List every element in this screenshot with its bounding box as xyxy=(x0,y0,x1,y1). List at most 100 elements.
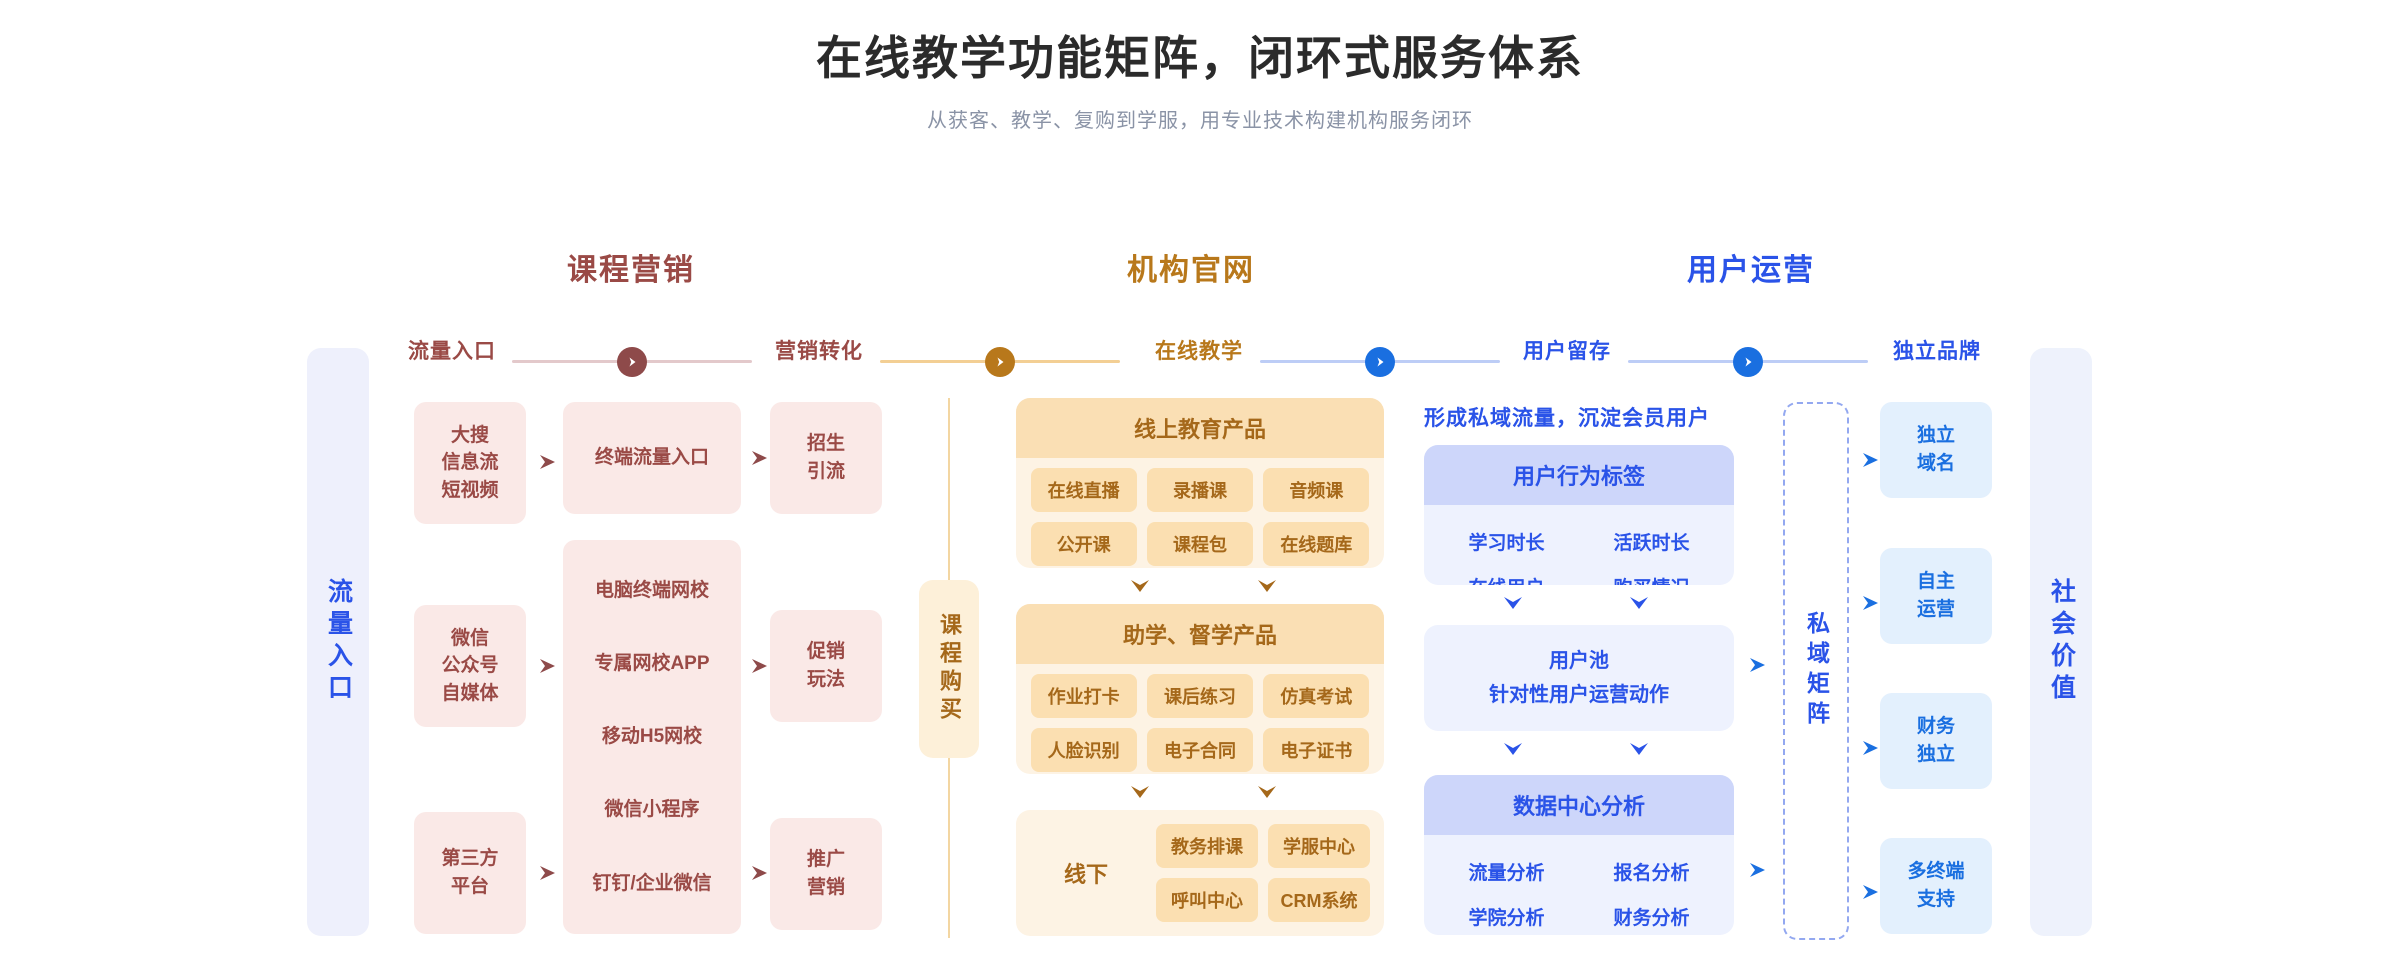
connector-arrow-icon-4 xyxy=(1733,346,1763,377)
offline-tag[interactable]: 教务排课 xyxy=(1156,824,1258,868)
left-rail-traffic-entry: 流量入口 xyxy=(307,348,369,936)
left-rail-label: 流量入口 xyxy=(324,578,353,706)
down-arrow-icon-teaching-1a xyxy=(1129,578,1151,599)
user-pool-desc: 针对性用户运营动作 xyxy=(1489,684,1669,706)
conversion-card-1[interactable]: 招生 引流 xyxy=(770,402,882,514)
down-arrow-icon-teaching-1b xyxy=(1256,578,1278,599)
page-subtitle: 从获客、教学、复购到学服，用专业技术构建机构服务闭环 xyxy=(927,109,1473,132)
conversion-line: 推广 xyxy=(806,849,845,871)
retention-item[interactable]: 活跃时长 xyxy=(1579,519,1724,564)
brand-card-3[interactable]: 财务 独立 xyxy=(1880,693,1992,789)
connector-arrow-icon-3 xyxy=(1365,346,1395,377)
traffic-source-line: 信息流 xyxy=(441,452,499,474)
brand-card-line: 财务 xyxy=(1916,716,1955,738)
teaching-tag[interactable]: 电子证书 xyxy=(1263,728,1370,772)
teaching-tag[interactable]: 公开课 xyxy=(1030,522,1137,566)
right-rail-label: 社会价值 xyxy=(2047,578,2076,706)
traffic-source-line: 短视频 xyxy=(441,479,499,501)
retention-item[interactable]: 流量分析 xyxy=(1434,849,1579,894)
retention-item[interactable]: 购买情况 xyxy=(1579,564,1724,585)
terminal-item: 钉钉/企业微信 xyxy=(592,872,712,894)
teaching-tag[interactable]: 课程包 xyxy=(1146,522,1254,566)
conversion-line: 招生 xyxy=(806,433,845,455)
conversion-card-3[interactable]: 推广 营销 xyxy=(770,818,882,930)
retention-panel-user-pool[interactable]: 用户池 针对性用户运营动作 xyxy=(1424,625,1734,731)
teaching-panel-offline[interactable]: 线下 教务排课 学服中心 呼叫中心 CRM系统 xyxy=(1016,810,1384,936)
purchase-rail-label: 课程购买 xyxy=(937,613,962,725)
brand-card-2[interactable]: 自主 运营 xyxy=(1880,548,1992,644)
terminal-item: 电脑终端网校 xyxy=(594,579,709,601)
retention-panel-behavior-tags[interactable]: 用户行为标签 学习时长 活跃时长 在线用户 购买情况 xyxy=(1424,445,1734,585)
traffic-source-card-2[interactable]: 微信 公众号 自媒体 xyxy=(414,605,526,727)
connector-3 xyxy=(1260,346,1500,377)
retention-panel-items: 流量分析 报名分析 学院分析 财务分析 xyxy=(1424,835,1734,935)
retention-item[interactable]: 在线用户 xyxy=(1434,564,1579,585)
teaching-tag[interactable]: 音频课 xyxy=(1263,468,1370,512)
down-arrow-icon-retention-2b xyxy=(1628,741,1650,762)
user-pool-title: 用户池 xyxy=(1549,650,1609,672)
brand-card-line: 支持 xyxy=(1916,889,1955,910)
teaching-tag[interactable]: 在线直播 xyxy=(1030,468,1137,512)
terminal-entry-card[interactable]: 终端流量入口 xyxy=(563,402,741,514)
traffic-source-card-1[interactable]: 大搜 信息流 短视频 xyxy=(414,402,526,524)
connector-2 xyxy=(880,346,1120,377)
brand-card-1[interactable]: 独立 域名 xyxy=(1880,402,1992,498)
teaching-tag[interactable]: 电子合同 xyxy=(1146,728,1254,772)
traffic-source-line: 自媒体 xyxy=(441,682,499,704)
offline-tag[interactable]: 呼叫中心 xyxy=(1156,878,1258,922)
traffic-source-line: 公众号 xyxy=(441,655,499,677)
conversion-line: 引流 xyxy=(806,461,845,482)
section-heading-user-operation: 用户运营 xyxy=(1687,254,1815,287)
retention-item[interactable]: 财务分析 xyxy=(1579,894,1724,935)
stage-label-independent-brand: 独立品牌 xyxy=(1893,340,1981,363)
offline-tag[interactable]: CRM系统 xyxy=(1268,878,1370,922)
connector-1 xyxy=(512,346,752,377)
retention-item[interactable]: 报名分析 xyxy=(1579,849,1724,894)
terminal-list-card[interactable]: 电脑终端网校 专属网校APP 移动H5网校 微信小程序 钉钉/企业微信 xyxy=(563,540,741,934)
stage-label-user-retention: 用户留存 xyxy=(1523,340,1611,363)
teaching-panel-tags: 在线直播 录播课 音频课 公开课 课程包 在线题库 xyxy=(1016,458,1384,568)
down-arrow-icon-retention-2a xyxy=(1502,741,1524,762)
section-heading-course-marketing: 课程营销 xyxy=(567,254,695,287)
retention-item[interactable]: 学习时长 xyxy=(1434,519,1579,564)
traffic-source-card-3[interactable]: 第三方 平台 xyxy=(414,812,526,934)
purchase-rail: 课程购买 xyxy=(919,580,979,758)
retention-item[interactable]: 学院分析 xyxy=(1434,894,1579,935)
brand-card-4[interactable]: 多终端 支持 xyxy=(1880,838,1992,934)
conversion-line: 促销 xyxy=(806,641,845,663)
conversion-line: 营销 xyxy=(806,877,845,898)
teaching-tag[interactable]: 人脸识别 xyxy=(1030,728,1137,772)
teaching-tag[interactable]: 课后练习 xyxy=(1146,674,1254,718)
stage-label-online-teaching: 在线教学 xyxy=(1155,340,1243,363)
teaching-panel-tags: 作业打卡 课后练习 仿真考试 人脸识别 电子合同 电子证书 xyxy=(1016,664,1384,774)
terminal-item: 微信小程序 xyxy=(604,799,700,821)
traffic-source-line: 第三方 xyxy=(441,848,499,870)
teaching-tag[interactable]: 录播课 xyxy=(1146,468,1254,512)
teaching-panel-tutoring-products[interactable]: 助学、督学产品 作业打卡 课后练习 仿真考试 人脸识别 电子合同 电子证书 xyxy=(1016,604,1384,774)
stage-label-marketing-conversion: 营销转化 xyxy=(775,340,863,363)
conversion-card-2[interactable]: 促销 玩法 xyxy=(770,610,882,722)
retention-panel-data-center[interactable]: 数据中心分析 流量分析 报名分析 学院分析 财务分析 xyxy=(1424,775,1734,935)
teaching-tag[interactable]: 作业打卡 xyxy=(1030,674,1137,718)
brand-card-line: 多终端 xyxy=(1907,861,1965,883)
brand-card-line: 域名 xyxy=(1916,453,1955,474)
offline-tags: 教务排课 学服中心 呼叫中心 CRM系统 xyxy=(1156,812,1384,934)
section-heading-official-site: 机构官网 xyxy=(1127,254,1255,287)
brand-card-line: 自主 xyxy=(1916,571,1955,593)
teaching-tag[interactable]: 仿真考试 xyxy=(1263,674,1370,718)
teaching-panel-online-products[interactable]: 线上教育产品 在线直播 录播课 音频课 公开课 课程包 在线题库 xyxy=(1016,398,1384,568)
retention-panel-title: 用户行为标签 xyxy=(1424,445,1734,505)
retention-panel-title: 数据中心分析 xyxy=(1424,775,1734,835)
connector-arrow-icon-2 xyxy=(985,346,1015,377)
private-domain-matrix-label: 私域矩阵 xyxy=(1803,611,1830,731)
teaching-tag[interactable]: 在线题库 xyxy=(1263,522,1370,566)
connector-4 xyxy=(1628,346,1868,377)
down-arrow-icon-teaching-2b xyxy=(1256,784,1278,805)
right-rail-social-value: 社会价值 xyxy=(2030,348,2092,936)
offline-tag[interactable]: 学服中心 xyxy=(1268,824,1370,868)
page-header: 在线教学功能矩阵，闭环式服务体系 从获客、教学、复购到学服，用专业技术构建机构服… xyxy=(0,0,2400,133)
terminal-item: 移动H5网校 xyxy=(601,726,703,748)
down-arrow-icon-teaching-2a xyxy=(1129,784,1151,805)
traffic-source-line: 大搜 xyxy=(450,424,489,446)
down-arrow-icon-retention-1b xyxy=(1628,595,1650,616)
